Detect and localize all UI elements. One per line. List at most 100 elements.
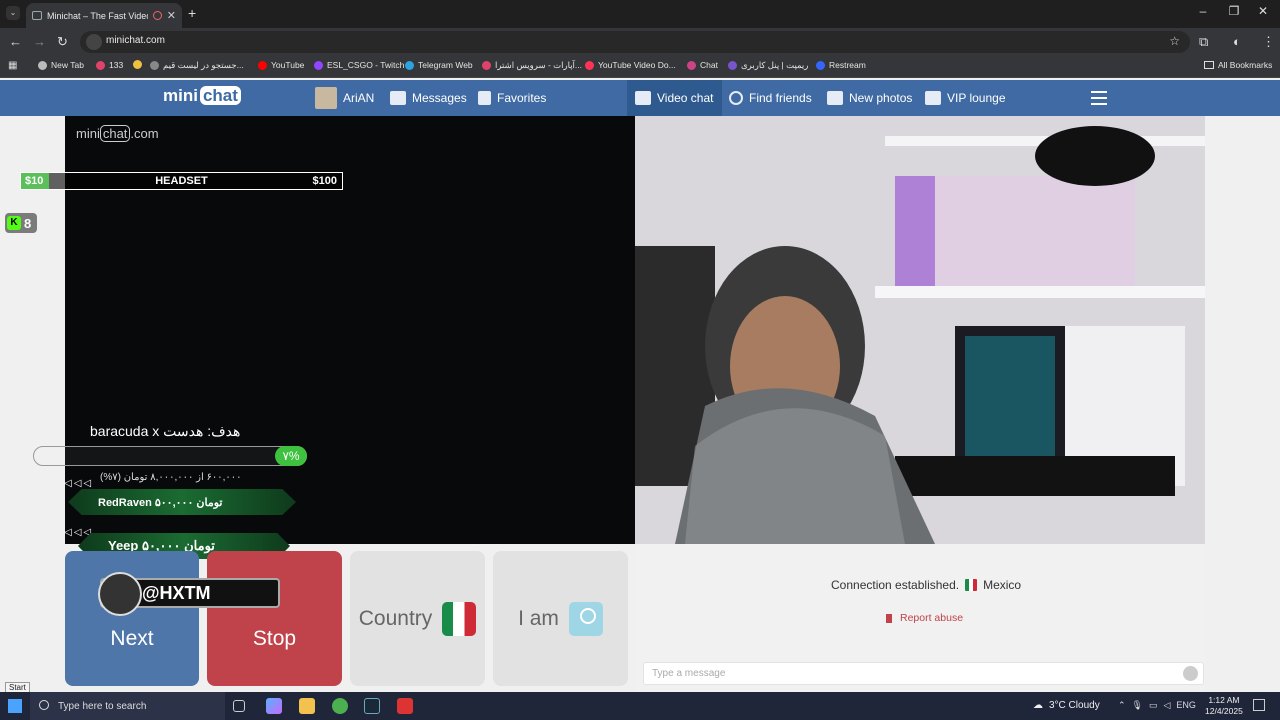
connection-status: Connection established. Mexico [831, 578, 1022, 592]
bookmark-item[interactable]: ESL_CSGO - Twitch [314, 60, 404, 70]
bookmark-star-icon[interactable]: ☆ [1169, 34, 1180, 48]
extensions-icon[interactable]: ⧉ [1199, 34, 1208, 50]
microphone-icon[interactable]: 🎙 [1132, 700, 1143, 711]
user-avatar [315, 87, 337, 109]
folder-icon [1204, 61, 1214, 69]
nav-video-chat[interactable]: Video chat [627, 80, 722, 116]
goal-high: $100 [312, 175, 337, 187]
bookmark-item[interactable]: جستجو در لیست قیم... [150, 60, 244, 71]
bookmark-favicon-icon [405, 60, 414, 70]
taskbar-search[interactable]: Type here to search [30, 692, 225, 720]
report-abuse-link[interactable]: Report abuse [886, 612, 963, 624]
profile-icon[interactable]: ◐ [1233, 34, 1241, 49]
video-watermark: mini chat .com [76, 125, 159, 142]
recording-icon [152, 11, 162, 20]
bookmark-favicon-icon [585, 60, 594, 70]
next-button[interactable]: Next [65, 551, 199, 686]
all-bookmarks[interactable]: All Bookmarks [1204, 60, 1272, 70]
country-filter-button[interactable]: Country [350, 551, 485, 686]
bookmark-item[interactable]: New Tab [38, 60, 84, 70]
forward-icon[interactable]: → [33, 34, 46, 49]
flag-icon [886, 613, 892, 623]
donation-progress-text: ۶۰۰,۰۰۰ از ۸,۰۰۰,۰۰۰ تومان (۷%) [100, 472, 242, 483]
bookmark-item[interactable]: 133 [96, 60, 123, 70]
bookmark-item[interactable] [133, 60, 146, 69]
system-tray: ⌃ 🎙 ▭ ◁ ENG [1118, 700, 1196, 711]
back-icon[interactable]: ← [9, 34, 22, 49]
donation-percent: ۷% [275, 446, 307, 466]
tab-favicon-icon [32, 11, 42, 20]
steam-icon[interactable] [364, 698, 380, 714]
chrome-icon[interactable] [332, 698, 348, 714]
nav-new-photos[interactable]: New photos [827, 80, 912, 116]
app-icon[interactable] [397, 698, 413, 714]
photos-icon [827, 91, 843, 105]
hamburger-menu-icon[interactable] [1091, 91, 1107, 105]
menu-kebab-icon[interactable]: ⋮ [1262, 34, 1275, 50]
windows-start-icon[interactable] [8, 699, 22, 713]
language-indicator[interactable]: ENG [1176, 700, 1196, 711]
viewer-count: 8 [24, 215, 32, 231]
tab-search-button[interactable]: ⌄ [6, 6, 20, 20]
bookmark-item[interactable]: YouTube Video Do... [585, 60, 676, 70]
bookmark-item[interactable]: ریمپت | پنل کاربری [728, 60, 808, 71]
donation-goal-title: هدف: هدست baracuda x [90, 423, 241, 439]
bookmark-item[interactable]: Chat [687, 60, 718, 70]
tab-close-icon[interactable]: ✕ [167, 9, 176, 22]
instagram-icon [98, 572, 142, 616]
crown-icon [925, 91, 941, 105]
self-webcam-video [635, 116, 1205, 544]
site-info-icon[interactable] [86, 34, 102, 50]
nav-user[interactable]: AriAN [315, 80, 374, 116]
new-tab-button[interactable]: + [188, 5, 196, 21]
windows-taskbar: Type here to search ☁ 3°C Cloudy ⌃ 🎙 ▭ ◁… [0, 692, 1280, 720]
donation-alert: RedRaven ۵۰۰,۰۰۰ تومان [68, 489, 296, 515]
file-explorer-icon[interactable] [299, 698, 315, 714]
nav-messages[interactable]: Messages [390, 80, 467, 116]
chat-bubble-icon [635, 91, 651, 105]
search-icon [39, 700, 49, 710]
apps-icon[interactable]: ▦ [8, 60, 17, 71]
volume-icon[interactable]: ◁ [1164, 700, 1171, 711]
bookmark-favicon-icon [314, 60, 323, 70]
network-icon[interactable]: ▭ [1149, 700, 1158, 711]
gender-select-button[interactable]: I am [493, 551, 628, 686]
address-bar-row: ← → ↻ minichat.com ☆ ⧉ ◐ ⋮ [0, 28, 1280, 56]
bookmark-item[interactable]: YouTube [258, 60, 304, 70]
bookmark-item[interactable]: Restream [816, 60, 866, 70]
copilot-icon[interactable] [266, 698, 282, 714]
clock[interactable]: 1:12 AM 12/4/2025 [1205, 695, 1243, 717]
donation-progress-bar [33, 446, 307, 466]
stop-button[interactable]: Stop [207, 551, 342, 686]
goal-bar: $10 HEADSET $100 [20, 172, 343, 190]
site-header: mini chat AriAN Messages Favorites Video … [0, 80, 1280, 116]
url-field[interactable]: minichat.com ☆ [80, 31, 1190, 53]
reload-icon[interactable]: ↻ [57, 34, 68, 50]
bookmark-favicon-icon [482, 61, 491, 70]
bookmark-icon [478, 91, 491, 105]
bookmarks-bar: ▦ New Tab 133 جستجو در لیست قیم... YouTube E… [0, 56, 1280, 78]
nav-find-friends[interactable]: Find friends [729, 80, 812, 116]
nav-vip-lounge[interactable]: VIP lounge [925, 80, 1006, 116]
nav-favorites[interactable]: Favorites [478, 80, 546, 116]
task-view-icon[interactable] [233, 700, 245, 712]
bookmark-favicon-icon [816, 60, 825, 70]
minimize-button[interactable]: – [1186, 4, 1220, 18]
kick-icon: K [7, 216, 21, 230]
active-tab[interactable]: Minichat – The Fast Video C ✕ [26, 3, 182, 28]
weather-widget[interactable]: ☁ 3°C Cloudy [1033, 700, 1100, 711]
site-logo[interactable]: mini chat [163, 86, 241, 106]
close-window-button[interactable]: ✕ [1246, 4, 1280, 18]
search-icon [729, 91, 743, 105]
webcam-scene [635, 116, 1205, 544]
tray-chevron-icon[interactable]: ⌃ [1118, 700, 1126, 711]
bookmark-item[interactable]: آپارات - سرویس اشترا... [482, 60, 582, 71]
bookmark-favicon-icon [258, 60, 267, 70]
notifications-icon[interactable] [1253, 699, 1265, 711]
bookmark-favicon-icon [38, 60, 47, 70]
kick-viewer-badge: K 8 [5, 213, 37, 233]
goal-label: HEADSET [155, 175, 208, 187]
emoji-icon[interactable] [1183, 666, 1198, 681]
bookmark-item[interactable]: Telegram Web [405, 60, 473, 70]
message-input[interactable]: Type a message [643, 662, 1204, 685]
